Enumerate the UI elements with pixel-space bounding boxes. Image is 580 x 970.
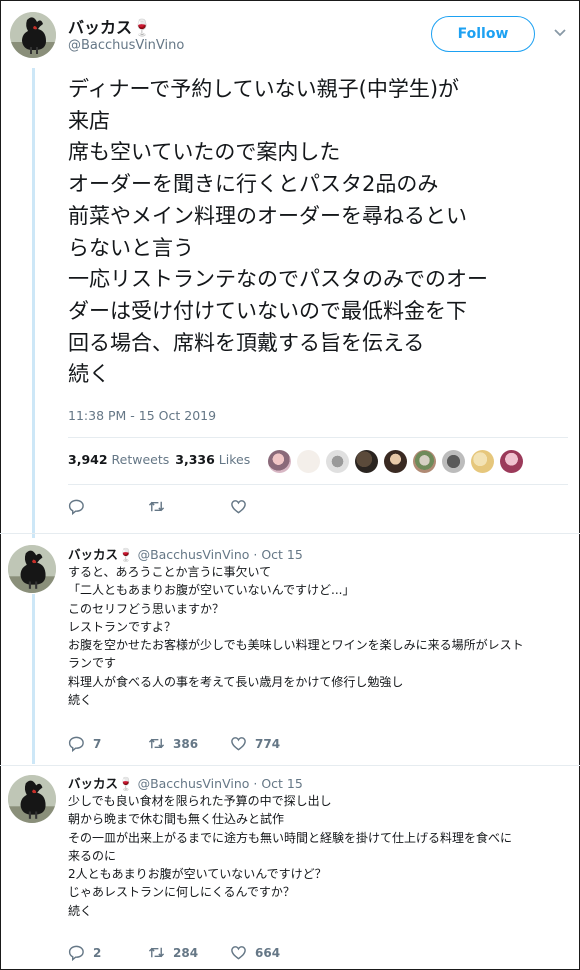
tweet-actions: 2 284 664 [68, 944, 328, 962]
reply-header: バッカス🍷 @BacchusVinVino · Oct 15 [68, 773, 303, 792]
reply-button[interactable]: 7 [68, 735, 101, 752]
liker-avatar[interactable] [384, 450, 407, 473]
tweet-text-line: 続く [68, 903, 93, 918]
replies-count: 7 [93, 736, 102, 751]
chevron-down-icon[interactable] [553, 28, 567, 38]
tweet-text-line: 一応リストランテなのでパスタのみでのオー [68, 267, 488, 292]
like-button[interactable]: 664 [230, 944, 280, 961]
likes-label: Likes [218, 452, 251, 467]
likes-count: 3,336 [175, 452, 215, 467]
retweets-count: 3,942 [68, 452, 108, 467]
like-button[interactable]: 774 [230, 735, 280, 752]
tweet-text: すると、あろうことか言うに事欠いて 「二人ともあまりお腹が空いていないんですけど… [68, 563, 568, 709]
tweet-text-line: オーダーを聞きに行くとパスタ2品のみ [68, 172, 439, 197]
follow-button[interactable]: Follow [431, 16, 535, 52]
retweets-label: Retweets [111, 452, 170, 467]
liker-avatar[interactable] [471, 450, 494, 473]
liker-avatar[interactable] [268, 450, 291, 473]
tweet-text-line: 少しでも良い食材を限られた予算の中で探し出し [68, 794, 332, 808]
tweet-text-line: 料理人が食べる人の事を考えて長い歳月をかけて修行し勉強し [68, 674, 404, 689]
engagement-stats: 3,942 Retweets 3,336 Likes [68, 452, 250, 467]
liker-avatar[interactable] [500, 450, 523, 473]
replies-count: 2 [93, 945, 102, 960]
retweets-stat[interactable]: 3,942 Retweets [68, 452, 169, 467]
divider [0, 765, 580, 766]
tweet-text-line: 2人ともあまりお腹が空いていないんですけど？ [68, 867, 327, 882]
thread-line [32, 594, 35, 764]
tweet-text-line: ディナーで予約していない親子(中学生)が [68, 77, 460, 101]
reply-icon [68, 945, 84, 961]
tweet-text-line: らないと言う [68, 235, 194, 260]
tweet-text-line: レストランですよ？ [68, 619, 177, 634]
heart-icon [231, 737, 246, 751]
tweet-text-line: 席も空いていたので案内した [68, 140, 341, 165]
author-handle[interactable]: @BacchusVinVino [138, 547, 250, 562]
tweet-text-line: ランです [68, 656, 117, 671]
tweet-actions: 7 386 774 [68, 735, 328, 753]
avatar[interactable] [8, 545, 56, 593]
tweet-text-line: 続く [68, 693, 93, 708]
liker-avatar[interactable] [297, 450, 320, 473]
author-handle[interactable]: @BacchusVinVino [68, 38, 184, 53]
retweets-count: 284 [173, 945, 199, 960]
tweet-text-line: じゃあレストランに何しにくるんですか？ [68, 885, 295, 900]
liker-avatar[interactable] [355, 450, 378, 473]
tweet-actions [68, 498, 268, 518]
retweets-count: 386 [173, 736, 199, 751]
tweet-text-line: 朝から晩まで休む間も無く仕込みと試作 [68, 812, 285, 827]
likes-count: 774 [255, 736, 281, 751]
tweet-date[interactable]: · Oct 15 [253, 776, 302, 791]
liker-avatar[interactable] [326, 450, 349, 473]
tweet-timestamp[interactable]: 11:38 PM - 15 Oct 2019 [68, 408, 216, 423]
tweet-text-line: 回る場合、席料を頂戴する旨を伝える [68, 330, 425, 355]
divider [68, 437, 568, 438]
reply-icon [68, 499, 84, 515]
author-name[interactable]: バッカス🍷 [68, 776, 134, 791]
tweet-text-line: このセリフどう思いますか？ [68, 601, 225, 616]
likers-avatars [268, 450, 523, 473]
retweet-icon [148, 738, 165, 749]
tweet-text: 少しでも良い食材を限られた予算の中で探し出し 朝から晩まで休む間も無く仕込みと試… [68, 792, 568, 920]
author-name[interactable]: バッカス🍷 [68, 14, 152, 38]
retweet-button[interactable]: 386 [148, 735, 198, 752]
author-name[interactable]: バッカス🍷 [68, 547, 134, 562]
tweet-text-line: すると、あろうことか言うに事欠いて [68, 565, 272, 579]
author-handle[interactable]: @BacchusVinVino [138, 776, 250, 791]
retweet-button[interactable]: 284 [148, 944, 198, 961]
avatar[interactable] [10, 12, 56, 58]
heart-icon [231, 500, 246, 514]
heart-icon [231, 946, 246, 960]
retweet-icon [148, 501, 165, 512]
likes-stat[interactable]: 3,336 Likes [175, 452, 250, 467]
tweet-text-line: 前菜やメイン料理のオーダーを尋ねるとい [68, 203, 467, 228]
liker-avatar[interactable] [413, 450, 436, 473]
reply-button[interactable]: 2 [68, 944, 101, 961]
divider [68, 484, 568, 485]
avatar[interactable] [8, 775, 56, 823]
tweet-text-line: 来店 [68, 108, 110, 133]
retweet-icon [148, 947, 165, 958]
tweet-text: ディナーで予約していない親子(中学生)が 来店 席も空いていたので案内した オー… [68, 74, 568, 391]
divider [0, 533, 580, 534]
reply-header: バッカス🍷 @BacchusVinVino · Oct 15 [68, 544, 303, 563]
tweet-text-line: 続く [68, 362, 110, 387]
tweet-text-line: 「二人ともあまりお腹が空いていないんですけど...」 [68, 583, 355, 598]
tweet-text-line: ダーは受け付けていないので最低料金を下 [68, 298, 467, 323]
retweet-button[interactable] [148, 498, 165, 515]
reply-icon [68, 736, 84, 752]
liker-avatar[interactable] [442, 450, 465, 473]
tweet-text-line: 来るのに [68, 848, 117, 863]
like-button[interactable] [230, 498, 247, 515]
tweet-text-line: お腹を空かせたお客様が少しでも美味しい料理とワインを楽しみに来る場所がレスト [68, 638, 524, 653]
thread-line [32, 68, 35, 538]
tweet-text-line: その一皿が出来上がるまでに途方も無い時間と経験を掛けて仕上げる料理を食べに [68, 830, 513, 845]
reply-button[interactable] [68, 498, 85, 515]
likes-count: 664 [255, 945, 281, 960]
tweet-date[interactable]: · Oct 15 [253, 547, 302, 562]
